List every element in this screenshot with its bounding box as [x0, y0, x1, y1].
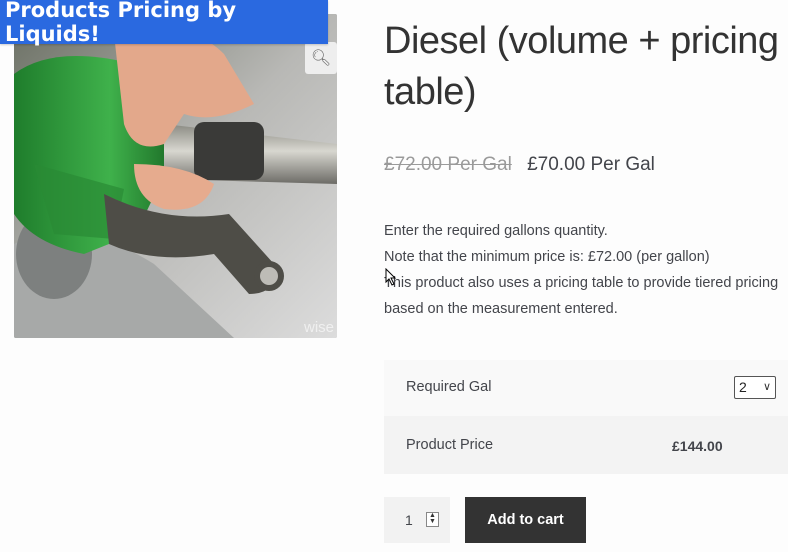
- required-gal-row: Required Gal 2 ∨: [384, 360, 788, 416]
- selected-gal-value: 2: [739, 379, 747, 395]
- chevron-down-icon: ∨: [762, 381, 771, 393]
- description-line: Note that the minimum price is: £72.00 (…: [384, 249, 710, 265]
- measurement-table: Required Gal 2 ∨ Product Price £144.00: [384, 360, 788, 474]
- magnifier-icon[interactable]: 🔍︎: [305, 42, 337, 74]
- mouse-cursor-icon: [385, 268, 397, 286]
- sale-price: £70.00 Per Gal: [527, 154, 655, 175]
- description-line: This product also uses a pricing table t…: [384, 275, 779, 291]
- fuel-nozzle-photo: wise: [14, 14, 337, 338]
- required-gal-select[interactable]: 2 ∨: [734, 376, 776, 399]
- product-price-label: Product Price: [406, 437, 494, 453]
- product-price-row: Product Price £144.00: [384, 416, 788, 474]
- quantity-value: 1: [405, 512, 413, 528]
- product-image[interactable]: wise 🔍︎: [14, 14, 337, 338]
- add-to-cart-button[interactable]: Add to cart: [465, 497, 586, 543]
- spinner-arrows-icon[interactable]: ▲ ▼: [426, 512, 439, 527]
- required-gal-label: Required Gal: [406, 379, 492, 395]
- description-line: Enter the required gallons quantity.: [384, 223, 608, 239]
- product-title: Diesel (volume + pricing table): [384, 20, 779, 113]
- description-line: based on the measurement entered.: [384, 301, 618, 317]
- product-description: Enter the required gallons quantity. Not…: [384, 218, 788, 322]
- price-row: £72.00 Per Gal £70.00 Per Gal: [384, 154, 655, 176]
- promo-banner: Products Pricing by Liquids!: [0, 0, 328, 46]
- quantity-stepper[interactable]: 1 ▲ ▼: [384, 497, 450, 543]
- watermark-text: wise: [303, 319, 334, 336]
- regular-price: £72.00 Per Gal: [384, 154, 512, 175]
- product-price-value: £144.00: [672, 438, 723, 454]
